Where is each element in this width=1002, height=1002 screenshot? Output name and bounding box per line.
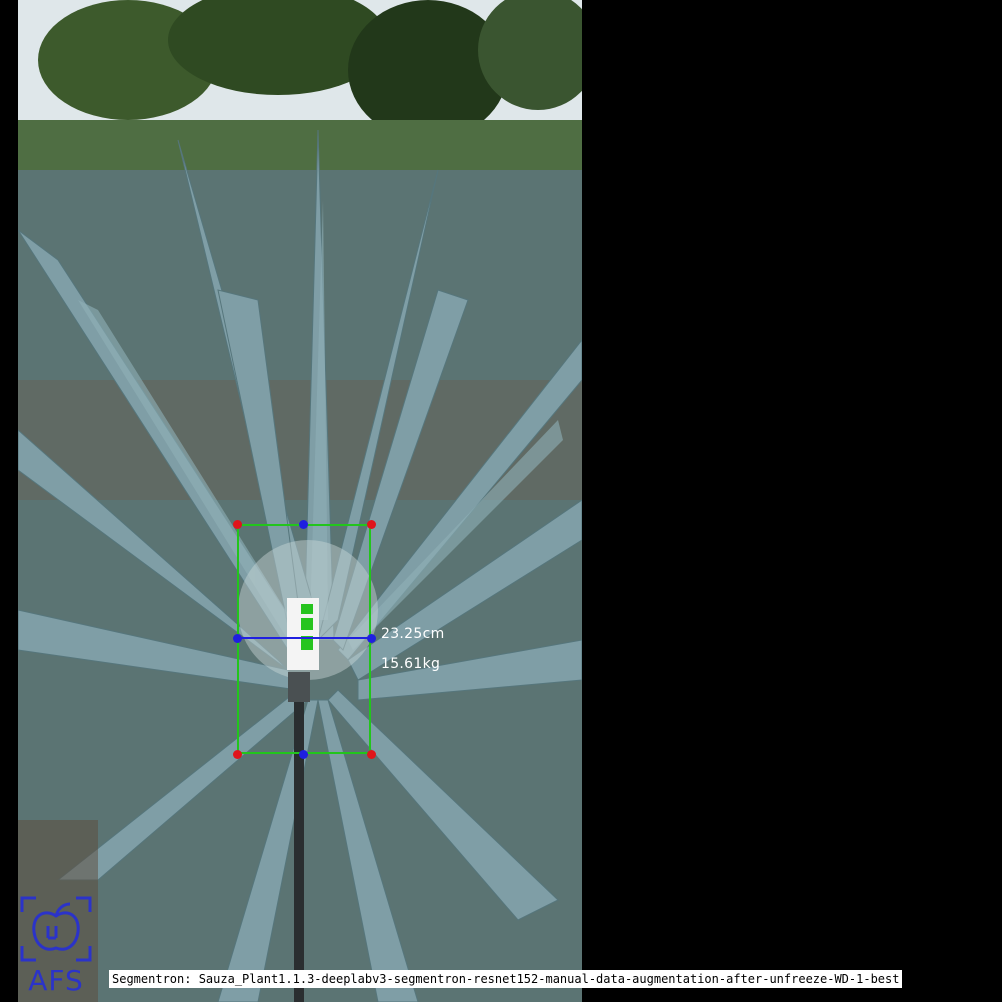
measurement-bounding-box: [237, 524, 371, 754]
diameter-line: [238, 637, 371, 639]
midpoint-marker-top: [299, 520, 308, 529]
corner-marker-top-right: [367, 520, 376, 529]
midpoint-marker-right: [367, 634, 376, 643]
logo-text: AFS: [28, 964, 84, 997]
agave-plant-image: [18, 0, 582, 1002]
midpoint-marker-bottom: [299, 750, 308, 759]
corner-marker-bottom-left: [233, 750, 242, 759]
model-caption: Segmentron: Sauza_Plant1.1.3-deeplabv3-s…: [109, 970, 903, 988]
afs-logo: AFS: [20, 896, 92, 1000]
weight-label: 15.61kg: [381, 656, 441, 672]
diameter-label: 23.25cm: [381, 626, 445, 642]
corner-marker-top-left: [233, 520, 242, 529]
plant-photo: [18, 0, 582, 1002]
corner-marker-bottom-right: [367, 750, 376, 759]
midpoint-marker-left: [233, 634, 242, 643]
apple-leaf-icon: [20, 896, 92, 962]
